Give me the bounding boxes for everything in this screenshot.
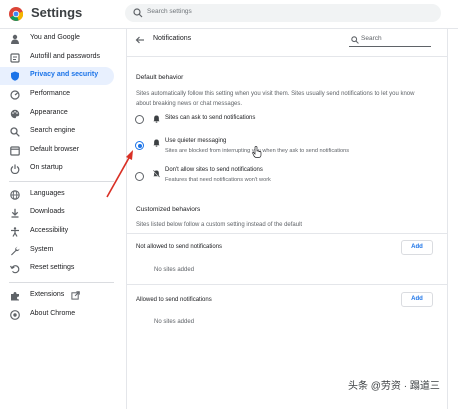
browser-icon xyxy=(10,146,20,156)
sidebar-item-label: Reset settings xyxy=(30,264,75,271)
default-behavior-description-line2: about breaking news or chat messages. xyxy=(136,101,243,107)
row-separator xyxy=(127,233,447,234)
sidebar-item-search-engine[interactable]: Search engine xyxy=(0,123,114,141)
sidebar-item-reset-settings[interactable]: Reset settings xyxy=(0,260,114,278)
sidebar-item-label: Languages xyxy=(30,190,65,197)
notifications-panel: Notifications Search Default behavior Si… xyxy=(126,29,448,409)
option-dont-allow-sub: Features that need notifications won't w… xyxy=(165,177,271,183)
default-behavior-description-line1: Sites automatically follow this setting … xyxy=(136,91,415,97)
gauge-icon xyxy=(10,90,20,100)
autofill-icon xyxy=(10,53,20,63)
reset-icon xyxy=(10,265,20,274)
hand-cursor-icon xyxy=(252,146,262,158)
default-behavior-heading: Default behavior xyxy=(136,74,184,81)
back-arrow-icon[interactable] xyxy=(135,35,145,45)
sidebar-divider xyxy=(9,282,114,283)
sidebar-item-label: On startup xyxy=(30,164,63,171)
panel-search-placeholder: Search xyxy=(361,35,382,42)
sidebar-item-label: Search engine xyxy=(30,127,76,134)
sidebar-item-label: Default browser xyxy=(30,146,80,153)
bell-quiet-icon xyxy=(153,139,160,147)
sidebar-item-downloads[interactable]: Downloads xyxy=(0,204,114,222)
sidebar-item-label: Privacy and security xyxy=(30,71,99,78)
add-not-allowed-button[interactable]: Add xyxy=(401,240,433,255)
sidebar-item-label: Extensions xyxy=(30,291,65,298)
sidebar-item-label: Autofill and passwords xyxy=(30,53,101,60)
customized-behaviors-description: Sites listed below follow a custom setti… xyxy=(136,222,303,228)
panel-search-input[interactable]: Search xyxy=(349,34,431,47)
sidebar-item-about-chrome[interactable]: About Chrome xyxy=(0,306,114,324)
radio-sites-can-ask[interactable] xyxy=(135,115,144,124)
sidebar-item-appearance[interactable]: Appearance xyxy=(0,105,114,123)
power-icon xyxy=(10,164,20,174)
sidebar-item-accessibility[interactable]: Accessibility xyxy=(0,223,114,241)
option-sites-can-ask-label: Sites can ask to send notifications xyxy=(165,115,256,121)
sidebar-item-extensions[interactable]: Extensions xyxy=(0,287,114,305)
search-icon xyxy=(10,127,20,137)
not-allowed-empty-text: No sites added xyxy=(154,267,195,273)
sidebar-item-label: You and Google xyxy=(30,34,80,41)
sidebar-item-performance[interactable]: Performance xyxy=(0,86,114,104)
not-allowed-label: Not allowed to send notifications xyxy=(136,244,223,250)
sidebar-item-you-and-google[interactable]: You and Google xyxy=(0,30,114,48)
sidebar-item-languages[interactable]: Languages xyxy=(0,186,114,204)
sidebar-item-label: Performance xyxy=(30,90,71,97)
chrome-logo-icon xyxy=(10,310,20,320)
radio-use-quieter-messaging[interactable] xyxy=(135,141,144,150)
sidebar-item-label: System xyxy=(30,246,54,253)
sidebar-divider xyxy=(9,181,114,182)
allowed-label: Allowed to send notifications xyxy=(136,297,212,303)
sidebar-item-on-startup[interactable]: On startup xyxy=(0,160,114,178)
sidebar-item-label: About Chrome xyxy=(30,310,76,317)
sidebar-item-privacy-and-security[interactable]: Privacy and security xyxy=(0,67,114,85)
shield-icon xyxy=(11,71,19,81)
panel-divider xyxy=(127,56,447,57)
open-in-new-icon xyxy=(71,291,80,300)
person-icon xyxy=(11,34,19,44)
app-title: Settings xyxy=(31,5,83,20)
search-settings-input[interactable]: Search settings xyxy=(125,4,441,22)
radio-dont-allow[interactable] xyxy=(135,172,144,181)
sidebar-item-autofill[interactable]: Autofill and passwords xyxy=(0,49,114,67)
row-separator xyxy=(127,284,447,285)
watermark: 头条 @劳资 · 蹋道三 xyxy=(348,381,440,392)
accessibility-icon xyxy=(11,227,19,237)
chrome-logo-icon xyxy=(9,7,23,21)
search-icon xyxy=(351,36,359,44)
sidebar-item-system[interactable]: System xyxy=(0,242,114,260)
option-dont-allow-label: Don't allow sites to send notifications xyxy=(165,167,263,173)
bell-off-icon xyxy=(153,170,160,178)
sidebar: You and Google Autofill and passwords Pr… xyxy=(0,29,120,400)
search-icon xyxy=(133,8,143,18)
bell-icon xyxy=(153,115,160,123)
search-placeholder: Search settings xyxy=(147,8,192,15)
puzzle-icon xyxy=(11,292,19,301)
palette-icon xyxy=(10,109,20,119)
globe-icon xyxy=(10,190,20,200)
add-allowed-button[interactable]: Add xyxy=(401,292,433,307)
allowed-empty-text: No sites added xyxy=(154,319,195,325)
option-use-quieter-messaging-label: Use quieter messaging xyxy=(165,138,227,144)
wrench-icon xyxy=(11,246,20,256)
page-title: Notifications xyxy=(153,35,192,42)
sidebar-item-default-browser[interactable]: Default browser xyxy=(0,142,114,160)
download-icon xyxy=(11,208,19,218)
sidebar-item-label: Downloads xyxy=(30,208,65,215)
top-bar: Settings Search settings xyxy=(0,0,458,29)
sidebar-item-label: Appearance xyxy=(30,109,68,116)
customized-behaviors-heading: Customized behaviors xyxy=(136,206,201,213)
sidebar-item-label: Accessibility xyxy=(30,227,69,234)
